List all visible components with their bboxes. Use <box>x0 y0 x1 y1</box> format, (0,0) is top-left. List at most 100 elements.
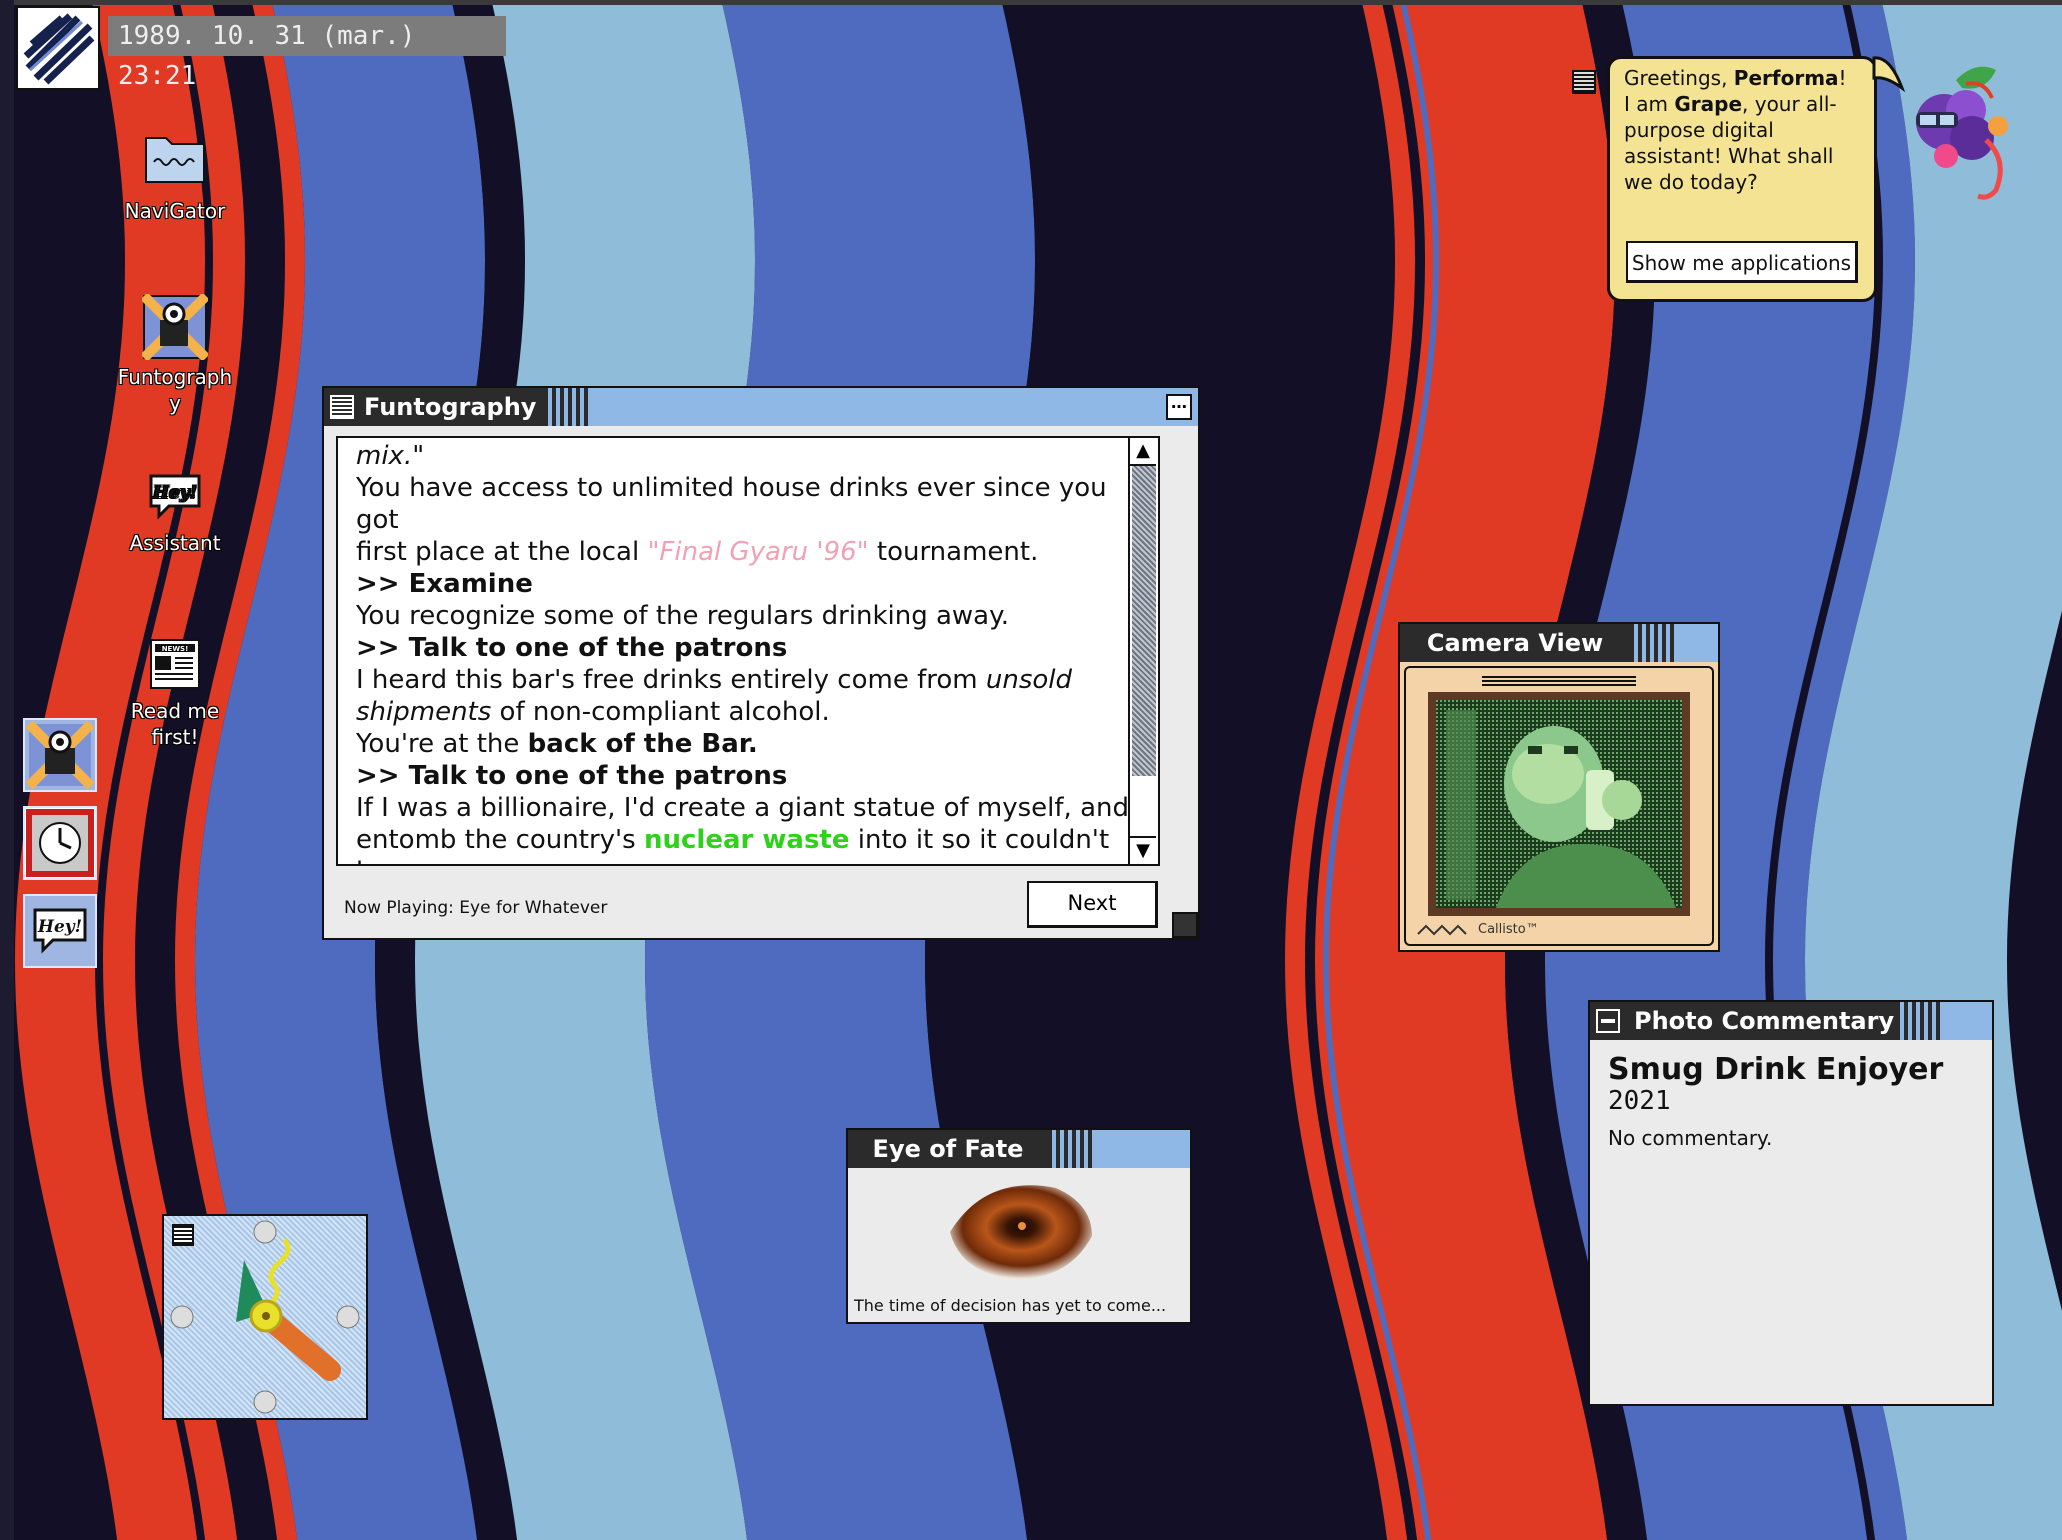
story-text-run: unsold <box>985 665 1073 695</box>
story-text-run: >> Talk to one of the patrons <box>356 633 788 663</box>
now-playing-label: Now Playing: Eye for Whatever <box>344 898 608 918</box>
user-name: Performa <box>1733 66 1839 90</box>
hey-bubble-icon: Hey! <box>140 470 210 530</box>
newspaper-icon: NEWS! <box>140 636 210 698</box>
story-text-run: of non-compliant alcohol. <box>491 697 830 727</box>
story-text-run: shipments <box>356 697 492 727</box>
desktop-icon-readme[interactable]: NEWS! Read me first! <box>100 636 250 750</box>
datetime-display: 1989. 10. 31 (mar.) 23:21 <box>108 16 506 91</box>
story-text-run: tournament. <box>868 537 1039 567</box>
resize-handle[interactable] <box>1172 912 1198 938</box>
dock-funtography[interactable] <box>23 718 97 792</box>
story-line: You recognize some of the regulars drink… <box>356 600 1140 632</box>
story-line: >> Talk to one of the patrons <box>356 760 1140 792</box>
funtography-titlebar[interactable]: Funtography … <box>324 388 1198 426</box>
assistant-close-icon[interactable] <box>1572 70 1596 94</box>
bezel-vent <box>1482 674 1636 686</box>
system-logo-button[interactable] <box>16 6 100 90</box>
camera-view-titlebar[interactable]: Camera View <box>1400 624 1718 662</box>
minimize-icon[interactable] <box>1596 1009 1620 1033</box>
svg-text:Hey!: Hey! <box>152 483 197 503</box>
analog-clock-icon <box>170 1220 360 1414</box>
scroll-up-arrow-icon[interactable]: ▲ <box>1130 438 1156 466</box>
scroll-thumb[interactable] <box>1132 466 1156 776</box>
eye-icon <box>950 1185 1092 1279</box>
window-title: Eye of Fate <box>848 1130 1048 1168</box>
story-text-run: nuclear waste <box>644 825 850 855</box>
photo-year: 2021 <box>1608 1086 1671 1116</box>
titlebar-stripes <box>1630 624 1676 662</box>
story-line: first place at the local "Final Gyaru '9… <box>356 536 1140 568</box>
story-text-run: >> Talk to one of the patrons <box>356 761 788 791</box>
story-line: If I was a billionaire, I'd create a gia… <box>356 792 1140 824</box>
story-text-run: first place at the local <box>356 537 648 567</box>
titlebar-stripes <box>1896 1002 1942 1040</box>
story-line: entomb the country's nuclear waste into … <box>356 824 1140 864</box>
photo-commentary-titlebar[interactable]: Photo Commentary <box>1590 1002 1992 1040</box>
story-text-run: You have access to unlimited house drink… <box>356 473 1107 535</box>
desktop-icon-assistant[interactable]: Hey! Assistant <box>100 470 250 556</box>
desktop-icon-navigator[interactable]: NaviGator <box>100 128 250 224</box>
assistant-speech-bubble: Greetings, Performa! I am Grape, your al… <box>1607 56 1877 302</box>
desktop-icon-label: Funtograph y <box>117 365 233 415</box>
funtography-window[interactable]: Funtography … mix." You have access to un… <box>322 386 1200 940</box>
dock-assistant[interactable]: Hey! <box>23 894 97 968</box>
camera-photo[interactable] <box>1428 692 1690 916</box>
assistant-intro: I am Grape, your all-purpose digital ass… <box>1624 92 1837 194</box>
window-title: Photo Commentary <box>1590 1002 1911 1040</box>
photo-title: Smug Drink Enjoyer <box>1608 1052 1944 1087</box>
story-line: >> Talk to one of the patrons <box>356 632 1140 664</box>
assistant-greeting: Greetings, Performa! <box>1624 66 1847 90</box>
window-menu-icon[interactable] <box>330 395 354 419</box>
eye-of-fate-window[interactable]: Eye of Fate The time of decision has yet… <box>846 1128 1192 1324</box>
desktop-icon-funtography[interactable]: Funtograph y <box>100 292 250 416</box>
window-title: Camera View <box>1400 624 1630 662</box>
desktop-icon-label: NaviGator <box>124 199 226 223</box>
eye-of-fate-titlebar[interactable]: Eye of Fate <box>848 1130 1190 1168</box>
story-text-run: You're at the <box>356 729 528 759</box>
scroll-down-arrow-icon[interactable]: ▼ <box>1130 836 1156 864</box>
titlebar-stripes <box>1048 1130 1094 1168</box>
camera-bezel: Callisto™ <box>1404 666 1714 946</box>
svg-text:NEWS!: NEWS! <box>162 645 189 653</box>
titlebar-stripes <box>544 388 590 426</box>
desktop-icon-label: Assistant <box>129 531 221 555</box>
hey-bubble-icon: Hey! <box>33 908 87 954</box>
story-text-run: mix. <box>356 441 413 471</box>
grape-assistant-icon[interactable] <box>1896 60 2022 210</box>
svg-text:Hey!: Hey! <box>37 917 82 937</box>
camera-icon <box>25 720 95 790</box>
window-title: Funtography <box>324 388 553 426</box>
desktop-icon-label: Read me first! <box>130 699 220 749</box>
scrollbar[interactable]: ▲ ▼ <box>1128 438 1158 864</box>
top-edge <box>0 0 2062 5</box>
photo-image <box>1436 700 1682 908</box>
story-line: You have access to unlimited house drink… <box>356 472 1140 536</box>
left-edge <box>0 0 14 1540</box>
callisto-logo-icon <box>1417 924 1467 936</box>
camera-view-window[interactable]: Camera View Callisto™ <box>1398 622 1720 952</box>
story-line: mix." <box>356 440 1140 472</box>
story-text: mix." You have access to unlimited house … <box>338 438 1158 864</box>
window-options-button[interactable]: … <box>1166 394 1192 420</box>
story-text-run: entomb the country's <box>356 825 644 855</box>
story-line: shipments of non-compliant alcohol. <box>356 696 1140 728</box>
story-text-area[interactable]: mix." You have access to unlimited house … <box>336 436 1160 866</box>
story-line: >> Examine <box>356 568 1140 600</box>
dock-clock[interactable] <box>23 806 97 880</box>
story-text-run: You recognize some of the regulars drink… <box>356 601 1010 631</box>
next-button[interactable]: Next <box>1027 881 1158 928</box>
story-text-run: " <box>412 441 425 471</box>
eye-caption: The time of decision has yet to come... <box>854 1296 1167 1315</box>
story-text-run: I heard this bar's free drinks entirely … <box>356 665 986 695</box>
assistant-name: Grape <box>1674 92 1743 116</box>
story-line: You're at the back of the Bar. <box>356 728 1140 760</box>
clock-widget[interactable] <box>162 1214 368 1420</box>
camera-brand-label: Callisto™ <box>1478 922 1539 937</box>
show-applications-button[interactable]: Show me applications <box>1626 241 1858 283</box>
story-line: I heard this bar's free drinks entirely … <box>356 664 1140 696</box>
story-text-run: If I was a billionaire, I'd create a gia… <box>356 793 1129 823</box>
folder-icon <box>140 128 210 198</box>
scribble-logo-icon <box>23 13 95 85</box>
photo-commentary-window[interactable]: Photo Commentary Smug Drink Enjoyer 2021… <box>1588 1000 1994 1406</box>
